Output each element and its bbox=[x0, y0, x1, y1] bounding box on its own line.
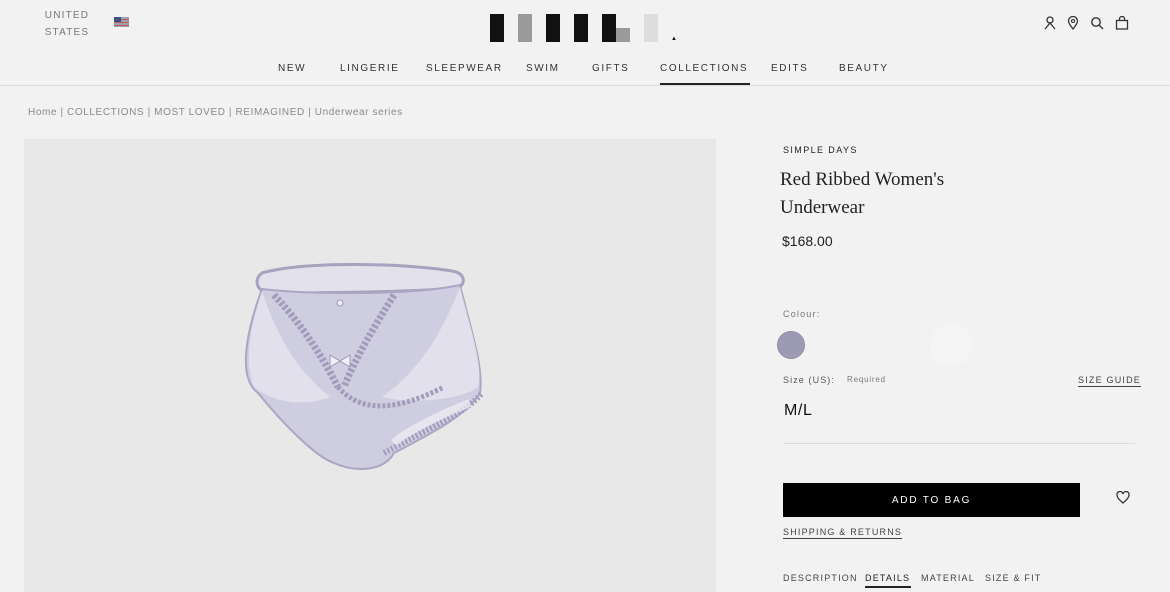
nav-item-edits[interactable]: EDITS bbox=[771, 63, 808, 74]
brand-logo[interactable] bbox=[488, 14, 678, 44]
logo-mark-icon: ▲ bbox=[671, 36, 677, 42]
shopping-bag-icon[interactable] bbox=[1113, 14, 1131, 32]
tab-material[interactable]: MATERIAL bbox=[921, 573, 975, 583]
main-navigation: NEW LINGERIE SLEEPWEAR SWIM GIFTS COLLEC… bbox=[0, 60, 1170, 86]
nav-item-new[interactable]: NEW bbox=[278, 63, 306, 74]
nav-item-collections[interactable]: COLLECTIONS bbox=[660, 63, 751, 85]
tab-description[interactable]: DESCRIPTION bbox=[783, 573, 858, 583]
add-to-bag-button[interactable]: ADD TO BAG bbox=[783, 483, 1080, 517]
nav-item-gifts[interactable]: GIFTS bbox=[592, 63, 629, 74]
product-image-gallery[interactable] bbox=[24, 139, 716, 592]
tab-details[interactable]: DETAILS bbox=[865, 573, 912, 588]
tab-size-fit[interactable]: SIZE & FIT bbox=[985, 573, 1042, 583]
size-label: Size (US): bbox=[783, 375, 836, 385]
nav-item-lingerie[interactable]: LINGERIE bbox=[340, 63, 399, 74]
size-required-note: Required bbox=[847, 375, 886, 384]
colour-swatch[interactable] bbox=[777, 331, 805, 359]
product-brand[interactable]: SIMPLE DAYS bbox=[783, 145, 858, 155]
search-icon[interactable] bbox=[1088, 14, 1106, 32]
divider bbox=[783, 443, 1135, 444]
nav-item-beauty[interactable]: BEAUTY bbox=[839, 63, 889, 74]
us-flag-icon[interactable] bbox=[114, 17, 129, 27]
account-icon[interactable] bbox=[1041, 14, 1059, 32]
product-price: $168.00 bbox=[782, 233, 833, 249]
site-header: UNITED STATES ▲ NEW LINGERIE SLEEPWEAR S… bbox=[0, 0, 1170, 86]
product-title: Red Ribbed Women's Underwear bbox=[780, 169, 945, 218]
shipping-returns-link[interactable]: SHIPPING & RETURNS bbox=[783, 527, 902, 537]
location-pin-icon[interactable] bbox=[1064, 14, 1082, 32]
breadcrumb[interactable]: Home | COLLECTIONS | MOST LOVED | REIMAG… bbox=[28, 107, 403, 118]
heart-icon[interactable] bbox=[1116, 490, 1132, 507]
region-selector[interactable]: UNITED STATES bbox=[40, 7, 94, 41]
size-option[interactable]: M/L bbox=[784, 402, 812, 420]
colour-label: Colour: bbox=[783, 309, 821, 319]
size-guide-link[interactable]: SIZE GUIDE bbox=[1078, 375, 1141, 385]
nav-item-swim[interactable]: SWIM bbox=[526, 63, 560, 74]
colour-swatch-placeholder bbox=[930, 324, 972, 366]
product-image bbox=[244, 263, 485, 470]
nav-item-sleepwear[interactable]: SLEEPWEAR bbox=[426, 63, 503, 74]
